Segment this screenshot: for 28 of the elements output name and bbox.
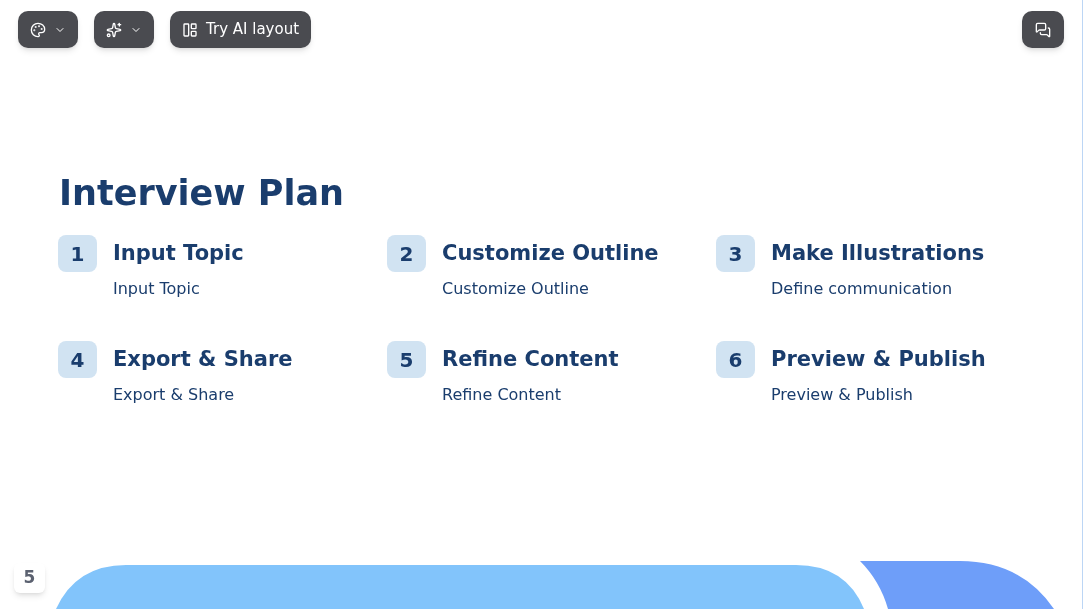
step-heading: Refine Content bbox=[442, 346, 619, 373]
step-heading: Make Illustrations bbox=[771, 240, 985, 267]
step-heading: Preview & Publish bbox=[771, 346, 986, 373]
slide-title: Interview Plan bbox=[59, 173, 345, 213]
step-description: Input Topic bbox=[113, 278, 201, 300]
comments-button[interactable] bbox=[1022, 11, 1064, 48]
step-description: Customize Outline bbox=[442, 278, 590, 300]
step-heading: Input Topic bbox=[113, 240, 244, 267]
step-description: Preview & Publish bbox=[771, 384, 914, 406]
step-description: Refine Content bbox=[442, 384, 563, 406]
step-number: 6 bbox=[716, 341, 755, 378]
step-description: Export & Share bbox=[113, 384, 236, 406]
comments-icon bbox=[1035, 21, 1051, 38]
step-description: Define communication bbox=[771, 278, 954, 300]
step-number: 3 bbox=[716, 235, 755, 272]
palette-icon bbox=[30, 21, 46, 38]
sparkles-icon bbox=[106, 21, 122, 38]
step-heading: Customize Outline bbox=[442, 240, 659, 267]
theme-button[interactable] bbox=[18, 11, 78, 48]
ai-layout-button[interactable]: Try AI layout bbox=[170, 11, 312, 48]
ai-button[interactable] bbox=[94, 11, 154, 48]
step-heading: Export & Share bbox=[113, 346, 293, 373]
layout-icon bbox=[182, 21, 198, 38]
step-number: 4 bbox=[58, 341, 97, 378]
step-number: 2 bbox=[387, 235, 426, 272]
page-number: 5 bbox=[14, 563, 45, 593]
step-number: 5 bbox=[387, 341, 426, 378]
step-number: 1 bbox=[58, 235, 97, 272]
